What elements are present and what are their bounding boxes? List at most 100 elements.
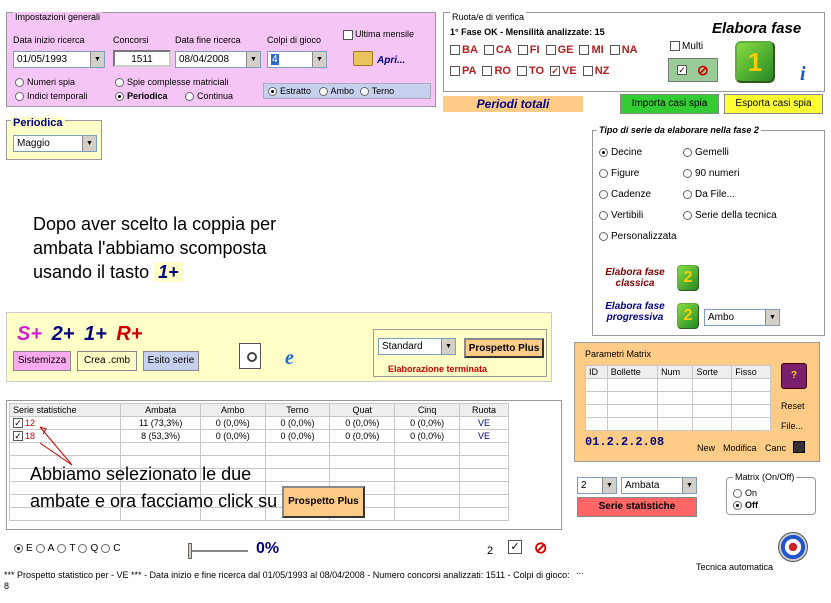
matrix-reset-link[interactable]: Reset: [781, 401, 805, 411]
internet-explorer-icon[interactable]: e: [285, 347, 294, 370]
ruota-checkbox-ba[interactable]: BA: [450, 44, 478, 56]
apri-button[interactable]: Apri...: [353, 51, 413, 71]
folder-icon: [353, 51, 373, 66]
elabora-fase-1-button[interactable]: 1: [735, 41, 775, 83]
concorsi-input[interactable]: 1511: [113, 50, 171, 67]
serie-option-personalizzata[interactable]: Personalizzata: [599, 231, 677, 252]
bottom-radio-q[interactable]: Q: [78, 543, 98, 554]
bottom-confirm-icon[interactable]: ✓: [508, 540, 522, 554]
crea-cmb-button[interactable]: Crea .cmb: [77, 351, 137, 371]
spie-complesse-radio[interactable]: Spie complesse matriciali: [115, 77, 229, 88]
terno-radio[interactable]: Terno: [359, 86, 394, 97]
two-plus-button[interactable]: 2+: [52, 323, 75, 345]
importa-casi-spia-button[interactable]: Importa casi spia: [620, 94, 719, 114]
one-plus-button[interactable]: 1+: [84, 323, 107, 345]
bottom-radio-t[interactable]: T: [57, 543, 75, 554]
matrix-off-radio[interactable]: Off: [733, 500, 758, 511]
progress-slider[interactable]: [188, 543, 248, 559]
elabora-classica-button[interactable]: 2: [677, 265, 699, 291]
search-document-icon[interactable]: [239, 343, 261, 369]
ruota-checkbox-pa[interactable]: PA: [450, 65, 476, 77]
serie-option-cadenze[interactable]: Cadenze: [599, 189, 677, 210]
ruota-checkbox-to[interactable]: TO: [516, 65, 544, 77]
serie-options-left: Decine Figure Cadenze Vertibili Personalizza…: [599, 147, 677, 252]
serie-stat-type-select[interactable]: Ambata ▼: [621, 477, 697, 494]
bottom-cancel-icon[interactable]: ⊘: [534, 538, 547, 558]
matrix-canc-link[interactable]: Canc: [765, 443, 786, 453]
matrix-file-link[interactable]: File...: [781, 421, 803, 431]
serie-statistiche-button[interactable]: Serie statistiche: [577, 497, 697, 517]
matrix-table: ID Bollette Num Sorte Fisso: [585, 365, 771, 431]
colpi-select[interactable]: 4 ▼: [267, 51, 327, 68]
radio-circle: [115, 78, 124, 88]
matrix-on-radio[interactable]: On: [733, 488, 757, 499]
ruota-checkbox-na[interactable]: NA: [609, 44, 638, 56]
row-checkbox[interactable]: ✓: [13, 431, 23, 442]
confirm-check-icon[interactable]: ✓: [677, 65, 687, 75]
serie-stat-num-select[interactable]: 2 ▼: [577, 477, 617, 494]
info-icon[interactable]: i: [800, 63, 806, 86]
save-disk-icon[interactable]: [793, 441, 805, 453]
standard-select[interactable]: Standard ▼: [378, 338, 456, 355]
serie-option-vertibili[interactable]: Vertibili: [599, 210, 677, 231]
matrix-header-cell: Num: [657, 365, 694, 379]
periodica-radio[interactable]: Periodica: [115, 91, 168, 102]
ruota-checkbox-ge[interactable]: GE: [545, 44, 573, 56]
operators-row: S+ 2+ 1+ R+: [17, 323, 142, 346]
serie-option-figure[interactable]: Figure: [599, 168, 677, 189]
bottom-radio-a[interactable]: A: [35, 543, 54, 554]
matrix-new-link[interactable]: New: [697, 443, 715, 453]
indici-temporali-radio[interactable]: Indici temporali: [15, 91, 88, 102]
matrix-empty-row: [585, 417, 771, 431]
multi-checkbox[interactable]: Multi: [670, 41, 703, 52]
value-cell: 0 (0,0%): [394, 416, 460, 430]
ambo-radio[interactable]: Ambo: [318, 86, 354, 97]
chevron-down-icon: ▼: [90, 52, 104, 67]
general-settings-title: Impostazioni generali: [13, 12, 103, 22]
magnifier-glyph: [247, 352, 257, 362]
date-start-select[interactable]: 01/05/1993 ▼: [13, 51, 105, 68]
ruota-checkbox-ca[interactable]: CA: [483, 44, 512, 56]
esito-serie-button[interactable]: Esito serie: [143, 351, 199, 371]
date-end-select[interactable]: 08/04/2008 ▼: [175, 51, 261, 68]
row-checkbox[interactable]: ✓: [13, 418, 23, 429]
ruota-checkbox-ve[interactable]: ✓ VE: [550, 65, 577, 77]
table-header-cell: Quat: [329, 403, 396, 417]
s-plus-button[interactable]: S+: [17, 323, 42, 345]
serie-option-decine[interactable]: Decine: [599, 147, 677, 168]
checkbox-box: [545, 45, 556, 56]
cancel-icon[interactable]: ⊘: [697, 62, 709, 79]
serie-option-90-numeri[interactable]: 90 numeri: [683, 168, 777, 189]
r-plus-button[interactable]: R+: [116, 323, 142, 345]
bottom-radio-c[interactable]: C: [101, 543, 120, 554]
numeri-spia-radio[interactable]: Numeri spia: [15, 77, 75, 88]
table-row[interactable]: ✓ 18 8 (53,3%) 0 (0,0%) 0 (0,0%) 0 (0,0%) 0 (0…: [8, 429, 510, 443]
checkbox-box: [670, 41, 680, 52]
target-icon[interactable]: [778, 532, 808, 562]
matrix-empty-row: [585, 378, 771, 392]
sistemizza-button[interactable]: Sistemizza: [13, 351, 71, 371]
ruota-checkbox-mi[interactable]: MI: [579, 44, 604, 56]
estratto-radio[interactable]: Estratto: [268, 86, 311, 97]
chevron-down-icon: ▼: [82, 136, 96, 151]
continua-radio[interactable]: Continua: [185, 91, 233, 102]
ruota-checkbox-fi[interactable]: FI: [517, 44, 540, 56]
periodica-month-select[interactable]: Maggio ▼: [13, 135, 97, 152]
slider-thumb[interactable]: [188, 543, 192, 559]
serie-option-gemelli[interactable]: Gemelli: [683, 147, 777, 168]
matrix-empty-row: [585, 391, 771, 405]
serie-option-serie-della-tecnica[interactable]: Serie della tecnica: [683, 210, 777, 231]
ruota-checkbox-nz[interactable]: NZ: [582, 65, 609, 77]
esporta-casi-spia-button[interactable]: Esporta casi spia: [724, 94, 823, 114]
matrix-modifica-link[interactable]: Modifica: [723, 443, 757, 453]
progressiva-type-select[interactable]: Ambo ▼: [704, 309, 780, 326]
elabora-progressiva-button[interactable]: 2: [677, 303, 699, 329]
bottom-radio-e[interactable]: E: [14, 543, 33, 554]
ultima-mensile-checkbox[interactable]: Ultima mensile: [343, 29, 414, 40]
serie-option-da-file-[interactable]: Da File...: [683, 189, 777, 210]
table-row[interactable]: ✓ 12 11 (73,3%) 0 (0,0%) 0 (0,0%) 0 (0,0%) 0 (…: [8, 416, 510, 430]
elaborazione-status: Elaborazione terminata: [388, 364, 488, 374]
prospetto-plus-button[interactable]: Prospetto Plus: [464, 338, 544, 358]
matrix-book-icon[interactable]: ?: [781, 363, 807, 389]
ruota-checkbox-ro[interactable]: RO: [482, 65, 511, 77]
